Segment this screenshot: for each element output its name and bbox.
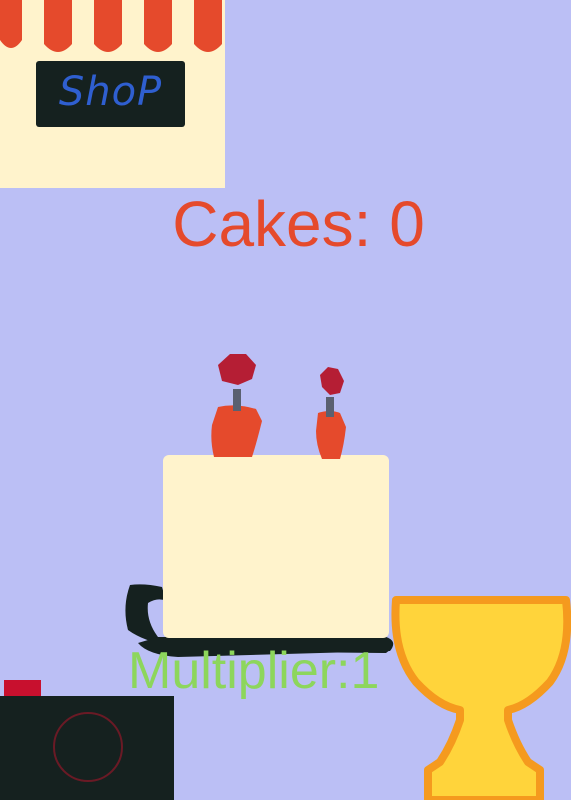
trophy-icon[interactable] <box>390 594 571 800</box>
shop-button[interactable]: ShoP <box>0 0 225 188</box>
cakes-counter: Cakes: 0 <box>172 188 425 260</box>
game-screen: { "shop": { "sign_label": "ShoP", "awnin… <box>0 0 571 800</box>
camera-icon[interactable] <box>0 679 175 800</box>
shop-awning-icon <box>0 0 225 58</box>
cake-icon[interactable] <box>118 345 408 675</box>
shop-sign-label: ShoP <box>36 61 185 127</box>
